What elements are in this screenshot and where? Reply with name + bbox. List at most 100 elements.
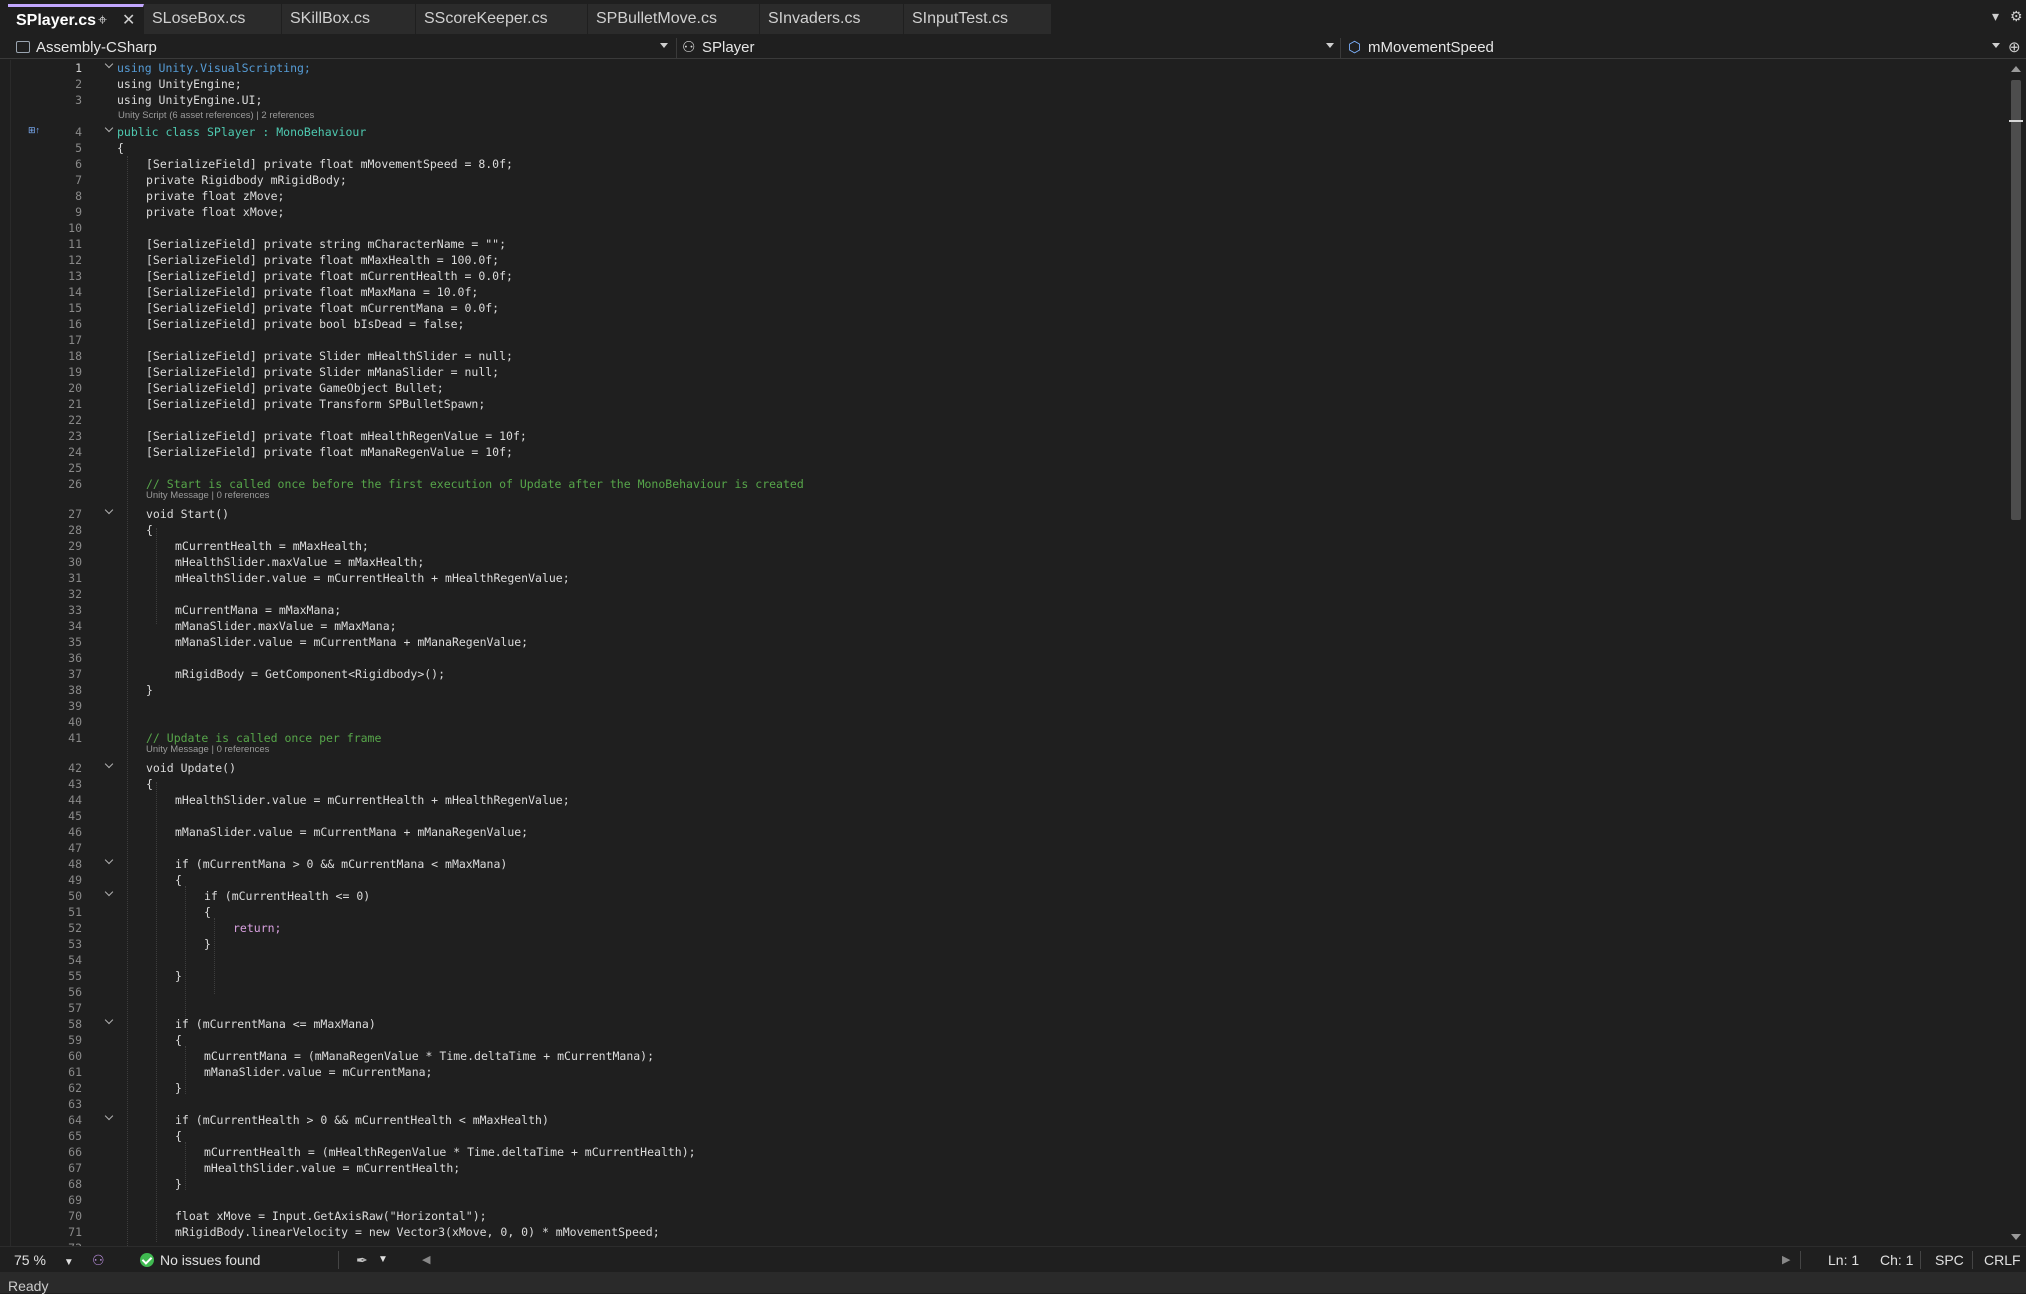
scroll-up-icon[interactable]: [2011, 66, 2021, 72]
line-number: 13: [68, 269, 82, 283]
code-text: {: [175, 873, 182, 887]
chevron-down-icon[interactable]: ▾: [1992, 8, 1999, 25]
line-number: 29: [68, 539, 82, 553]
member-dropdown[interactable]: ⬡ mMovementSpeed: [1346, 38, 2000, 58]
code-text: void Update(): [146, 761, 237, 775]
line-number: 18: [68, 349, 82, 363]
fold-icon[interactable]: [104, 505, 114, 515]
app-status-text: Ready: [8, 1278, 49, 1294]
line-number: 39: [68, 699, 82, 713]
code-lens-class[interactable]: Unity Script (6 asset references) | 2 re…: [118, 110, 314, 122]
line-number: 7: [75, 173, 82, 187]
line-number: 35: [68, 635, 82, 649]
line-number: 65: [68, 1129, 82, 1143]
line-number: 56: [68, 985, 82, 999]
code-text: public class SPlayer : MonoBehaviour: [117, 125, 367, 139]
fold-icon[interactable]: [104, 60, 114, 69]
chevron-down-icon[interactable]: ▼: [378, 1247, 388, 1273]
fold-icon[interactable]: [104, 1015, 114, 1025]
line-number: 25: [68, 461, 82, 475]
whitespace-indicator[interactable]: SPC: [1935, 1247, 1964, 1273]
code-text: {: [175, 1129, 182, 1143]
code-editor[interactable]: ⊞↑ Unity Script (6 asset references) | 2…: [10, 60, 2006, 1246]
line-number: 2: [75, 77, 82, 91]
fold-icon[interactable]: [104, 759, 114, 769]
code-text: [SerializeField] private float mCurrentM…: [146, 301, 500, 315]
code-text: [SerializeField] private Slider mManaSli…: [146, 365, 500, 379]
fold-icon[interactable]: [104, 123, 114, 133]
line-number: 38: [68, 683, 82, 697]
status-divider: [1920, 1251, 1921, 1269]
scrollbar-marker: [2009, 120, 2023, 122]
document-tab-strip: SPlayer.cs ⌖ ✕ SLoseBox.cs SKillBox.cs S…: [0, 0, 2026, 39]
code-text: mHealthSlider.value = mCurrentHealth;: [204, 1161, 461, 1175]
line-number: 46: [68, 825, 82, 839]
line-number: 3: [75, 93, 82, 107]
code-text: return;: [233, 921, 282, 935]
type-dropdown[interactable]: ⚇ SPlayer: [680, 38, 1336, 58]
line-number: 10: [68, 221, 82, 235]
indent-guide: [214, 918, 216, 994]
issues-indicator[interactable]: No issues found: [140, 1247, 260, 1273]
scroll-down-icon[interactable]: [2011, 1234, 2021, 1240]
line-number: 24: [68, 445, 82, 459]
zoom-level: 75 %: [14, 1252, 46, 1268]
tab-slosebox[interactable]: SLoseBox.cs: [144, 4, 282, 34]
tab-splayer[interactable]: SPlayer.cs ⌖ ✕: [8, 4, 144, 34]
code-text: [SerializeField] private Slider mHealthS…: [146, 349, 513, 363]
fold-icon[interactable]: [104, 1111, 114, 1121]
zoom-dropdown[interactable]: 75 % ▼: [14, 1247, 74, 1273]
line-number: 19: [68, 365, 82, 379]
line-indicator[interactable]: Ln: 1: [1828, 1247, 1859, 1273]
code-text: }: [175, 1177, 182, 1191]
tab-spbulletmove[interactable]: SPBulletMove.cs: [588, 4, 760, 34]
code-comment: // Start is called once before the first…: [146, 477, 804, 491]
indent-guide: [185, 886, 187, 1026]
scroll-right-icon[interactable]: ▶: [1782, 1247, 1790, 1273]
nav-divider: [676, 38, 677, 58]
scroll-left-icon[interactable]: ◀: [422, 1247, 430, 1273]
status-divider: [338, 1251, 339, 1269]
line-number: 48: [68, 857, 82, 871]
code-text: mRigidBody = GetComponent<Rigidbody>();: [175, 667, 446, 681]
vertical-scrollbar[interactable]: [2006, 60, 2026, 1246]
line-number: 40: [68, 715, 82, 729]
split-editor-icon[interactable]: ⊕: [2008, 38, 2021, 56]
line-number: 33: [68, 603, 82, 617]
tab-skillbox[interactable]: SKillBox.cs: [282, 4, 416, 34]
type-name: SPlayer: [702, 39, 755, 56]
chevron-down-icon: [1326, 43, 1334, 48]
line-number: 62: [68, 1081, 82, 1095]
editor-status-bar: 75 % ▼ ⚇ No issues found ✒ ▼ ◀ ▶ Ln: 1 C…: [0, 1246, 2026, 1273]
tab-label: SInvaders.cs: [768, 10, 861, 27]
code-text: if (mCurrentMana > 0 && mCurrentMana < m…: [175, 857, 508, 871]
line-number: 20: [68, 381, 82, 395]
line-number: 15: [68, 301, 82, 315]
scrollbar-thumb[interactable]: [2011, 80, 2021, 520]
code-text: using UnityEngine;: [117, 77, 242, 91]
line-number: 51: [68, 905, 82, 919]
column-indicator[interactable]: Ch: 1: [1880, 1247, 1913, 1273]
brush-icon[interactable]: ✒: [356, 1247, 368, 1273]
fold-icon[interactable]: [104, 887, 114, 897]
code-text: mCurrentMana = (mManaRegenValue * Time.d…: [204, 1049, 655, 1063]
line-number: 17: [68, 333, 82, 347]
gear-icon[interactable]: ⚙: [2010, 8, 2023, 25]
code-text: [SerializeField] private float mCurrentH…: [146, 269, 513, 283]
code-text: }: [204, 937, 211, 951]
tab-sinputtest[interactable]: SInputTest.cs: [904, 4, 1052, 34]
line-number: 37: [68, 667, 82, 681]
code-text: mManaSlider.value = mCurrentMana;: [204, 1065, 433, 1079]
close-icon[interactable]: ✕: [122, 7, 135, 34]
line-ending-indicator[interactable]: CRLF: [1984, 1247, 2021, 1273]
copilot-icon[interactable]: ⚇: [92, 1247, 105, 1273]
line-number: 30: [68, 555, 82, 569]
code-text: mManaSlider.value = mCurrentMana + mMana…: [175, 825, 529, 839]
fold-icon[interactable]: [104, 855, 114, 865]
line-number: 66: [68, 1145, 82, 1159]
tab-sinvaders[interactable]: SInvaders.cs: [760, 4, 904, 34]
project-dropdown[interactable]: Assembly-CSharp: [8, 38, 672, 58]
tab-sscorekeeper[interactable]: SScoreKeeper.cs: [416, 4, 588, 34]
pin-icon[interactable]: ⌖: [98, 7, 107, 34]
line-number: 28: [68, 523, 82, 537]
